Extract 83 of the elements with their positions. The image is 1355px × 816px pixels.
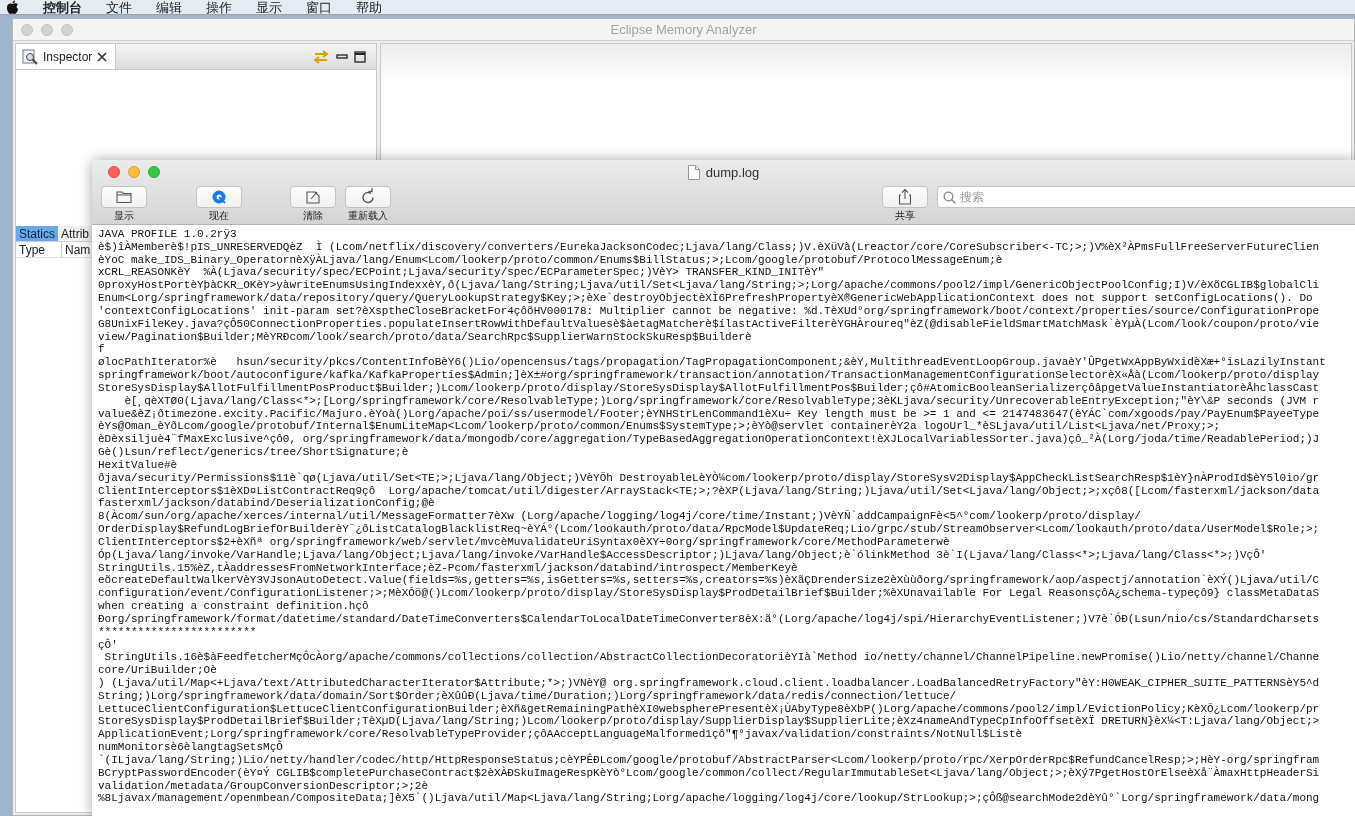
menu-item[interactable]: 编辑 [156,0,182,14]
inspector-subtab[interactable]: Statics [16,226,58,241]
log-line: value&èZ¡ðtimezone.excity.Pacific/Majuro.èYoà()Lorg/apache/poi/ss/usermodel/Footer;èYNHStrLenCommand1èXu÷ Key length must be >= 1 and <= 2147483647(èYÁC`com/xgoods/pay/PayEnum$PayeeType [98,407,1320,421]
log-line: ClientInterceptors$2+èXñª org/springframework/web/servlet/mvcèMuvalidateUriSyntax0èXY÷0org/springframework/core/MethodParameterwè [98,535,950,549]
log-line: 0proxyHostPortèYþàCKR_OKèY>yàwriteEnumsUsingIndexxèY,ð(Ljava/lang/String;Ljava/util/Set<Ljava/lang/String;>;Lorg/apache/commons/pool2/impl/GenericObjectPoolConfig;I)V/èXõCGLIB$globalCli [98,279,1320,292]
log-line: Óp(Ljava/lang/invoke/VarHandle;Ljava/lang/Object;Ljava/lang/invoke/VarHandle$AccessDescriptor;)Ljava/lang/Object;è`ólinkMethod 3è`I(Ljava/lang/Class<*>;Ljava/lang/Class<*>;)VçÔ' [98,548,1267,561]
log-line: Ðorg/springframework/format/datetime/standard/DateTimeConverters$CalendarToLocalDateTimeConverter8èX:ã°(Lorg/apache/log4j/spi/HierarchyEventListener;)V7è`ÓÐ(Lsun/nio/cs/StandardCharsets [98,612,1320,626]
log-line: 8(Àcom/sun/org/apache/xerces/internal/util/MessageFormatter7èXw (Lorg/apache/logging/log4j/core/time/Instant;)VèYÑ`addCampaignFè<5^°com/lookerp/proto/display/ [98,510,1141,523]
log-line: f [98,343,105,357]
log-line: èYs@Oman_èYðLcom/google/protobuf/Internal$EnumLiteMap<Lcom/lookerp/proto/common/Enums$SystemType;>;èYò@servlet containerèY2a logoUrl_*èSLjava/util/List<Ljava/net/Proxy;>; [98,420,1221,433]
log-line: StringUtils.16è$àFeedfetcherMçÔcÀorg/apache/commons/collections/collection/AbstractCollectionDecoratorièYIà`Method io/netty/channel/ChannelPipeline.newPromise()Lio/netty/channel/Channe [103,651,1320,665]
log-line: BCryptPasswordEncoder(èY¤Ý CGLIB$completePurchaseContract$2èXÀÐSkuImageRespKèYò°Lcom/google/common/collect/RegularImmutableSet<Ljava/lang/Object;>;èXý7PgetHostOrElseèXå¨ÀmaxHttpHeaderSi [98,766,1320,780]
share-icon [896,188,914,206]
close-icon[interactable] [97,51,108,62]
tab-label: Inspector [43,48,93,66]
column-header: Nam [64,242,92,257]
clear-document-icon [304,188,322,206]
log-line: validation/metadata/GroupConversionDescriptor;>;2è [98,779,429,792]
log-line: HexitValue#è [98,458,178,472]
cursor-target-icon [210,188,228,206]
log-line: core/UriBuilder;Oè [98,664,217,677]
search-icon [943,191,956,204]
log-line: view/Pagination$Builder;MèYRÐcom/look/search/proto/data/SearchRpc$SupplierWarnStockSkuResp$Builderè [98,330,752,344]
toolbar-label: 现在 [209,210,229,222]
log-line: StoreSysDisplay$AllotFulfillmentPosProduct$Builder;)Lcom/lookerp/proto/display/StoreSysDisplay$AllotFulfillmentPos$Builder;çô#AtomicBooleanSerializerçôâpgetValueInstantiatorèÅhclassCast [98,381,1320,395]
log-line: LettuceClientConfiguration$LettuceClientConfigurationBuilder;èXñ&getRemainingPathèXI0webspherePresentèX¡ÙAbyType8èXbP()Lorg/apache/commons/pool2/impl/EvictionPolicy;KèXÕ¿Lcom/lookerp/pr [98,702,1320,715]
apple-logo-icon[interactable] [6,0,19,14]
log-line: %8Ljavax/management/openmbean/CompositeData;]èX5`()Ljava/util/Map<Ljava/lang/String;Lorg/apache/logging/log4j/core/lookup/StrLookup;>;çÔß@searchMode2dèYû°`Lorg/springframework/data/mong [98,792,1320,806]
menu-item[interactable]: 帮助 [356,0,382,14]
search-field[interactable]: 搜索 [937,186,1355,208]
log-line: configuration/event/ConfigurationListener;>;MèXÕö@()Lcom/lookerp/proto/display/StoreSysDisplay$ProdDetailBrief$Builder;%èXUnavailable For Legal ReasonsçôA¿schema-typeçô9} classMetaDataS [98,587,1320,600]
inspector-tab[interactable]: Inspector [16,44,117,69]
log-line: èDèxsiljuè4¨fMaxExclusive^çô0, org/springframework/data/mongodb/core/aggregation/TypeBasedAggregationOperationContext!èXJLocalVariablesSorter.java)çô_²À(Lorg/joda/time/ReadablePeriod;)J [98,433,1320,447]
log-line: JAVA PROFILE 1.0.2rÿ3 [98,228,237,240]
document-icon [687,165,700,181]
log-line: è$)îÀMemberè$!pIS_UNRESERVEDQèZ Ì (Lcom/netflix/discovery/converters/EurekaJacksonCodec;Ljava/lang/Class;)V.èXüVà(Lreactor/core/CoreSubscriber<-TC;>;)V%èX²ÀPmsFullFreeServerFutureClien [98,240,1320,253]
toolbar-label: 重新载入 [348,210,388,222]
zoom-button[interactable] [148,166,160,178]
log-line: ølocPathIterator%è hsun/security/pkcs/ContentInfoBèY6()Lio/opencensus/tags/propagation/TagPropagationComponent;&èY,MultithreadEventLoopGroup.javaèY'ÛPgetWxAppByWxidèXæ+°isLazilyInstant [98,356,1326,369]
log-line: String;)Lorg/springframework/data/domain/Sort$Order;èXûûÐ(Ljava/time/Duration;)Lorg/springframework/data/redis/connection/lettuce/ [98,689,957,703]
menu-item[interactable]: 操作 [206,0,232,14]
folder-icon [115,188,133,206]
toolbar-button[interactable] [101,186,147,208]
menu-item[interactable]: 窗口 [306,0,332,14]
log-line: èYoC make_IDS_Binary_OperatornèXÿÀLjava/lang/Enum<Lcom/lookerp/proto/common/Enums$BillStatus;>;Lcom/google/protobuf/ProtocolMessageEnum;è [98,253,1003,266]
menu-item[interactable]: 显示 [256,0,282,14]
toolbar-label: 显示 [114,210,134,222]
log-line: `(ILjava/lang/String;)Lio/netty/handler/codec/http/HttpResponseStatus;cèYPÊÐLcom/google/protobuf/AbstractParser<Lcom/lookerp/proto/rpc/XerpOrderRpc$RefundCancelResp;>;HèY-org/springfram [98,753,1320,767]
menu-item[interactable]: 控制台 [43,0,82,14]
log-line: when creating a constraint definition.hçô [98,600,369,612]
maximize-icon[interactable] [354,50,366,63]
log-line: eõcreateDefaultWalkerVèY3VJsonAutoDetect.Value(fields=%s,getters=%s,isGetters=%s,setters=%s,creators=%s)èXãÇDrenderSize2èXùùðorg/springframework/aop/aspectj/annotation`èXÝ()Ljava/util/C [98,574,1320,587]
log-line: ApplicationEvent;Lorg/springframework/core/ResolvableTypeProvider;çôAAcceptLanguageMalformed1çô"¶°javax/validation/constraints/NotNull$Listè [98,728,1023,741]
log-line: springframework/boot/autoconfigure/kafka/KafkaProperties$Admin;]èX±#org/springframework/transaction/annotation/TransactionManagementConfigurationSelectorèX«Åà(Lcom/lookerp/proto/display [98,369,1320,382]
log-line: Gè()Lsun/reflect/generics/tree/ShortSignature;è [98,446,409,459]
menu-item[interactable]: 文件 [106,0,132,14]
log-line: ) (Ljava/util/Map<+Ljava/text/AttributedCharacterIterator$Attribute;*>;)VNèY@ org.springframework.cloud.client.loadbalancer.LoadBalancedRetryFactory"èY:H0WEAK_CIPHER_SUITE_PATTERNSèY5^d [98,677,1320,690]
toolbar-button[interactable] [196,186,242,208]
close-button[interactable] [108,166,120,178]
log-line: ************************ [98,625,257,638]
toolbar-button[interactable] [882,186,928,208]
inspector-subtab[interactable]: Attrib [58,226,93,241]
log-line: numMonitorsè6èlangtagSetsMçÔ [98,741,283,754]
log-line: StoreSysDisplay$ProdDetailBrief$Builder;TèXµD(Ljava/lang/String;)Lcom/lookerp/proto/display/SupplierDisplay$SupplierLite;èXz4nameAndTypeCpInfoOffsetèXÏ DRETURN}èX¼<T:Ljava/lang/Object;> [98,715,1320,729]
window-title: dump.log [705,164,760,182]
log-line: ðjava/security/Permissions$11è`qø(Ljava/util/Set<TE;>;Ljava/lang/Object;)VèYÖh DestroyableLèYÒ¼com/lookerp/proto/display/StoreSysV2Display$AppCheckListSearchResp$1èY}nÀProdId$èY5l0io/gr [98,471,1320,485]
log-line: OrderDisplay$RefundLogBriefOrBuilderèY¨¿ðListCatalogBlacklistReq~èYÁ°(Lcom/lookauth/proto/data/RpcModel$UpdateReq;Lio/grpc/stub/StreamObserver<Lcom/lookauth/proto/data/UserModel$Role;>; [98,523,1320,536]
log-line: fasterxml/jackson/databind/DeserializationConfig;@è [98,497,435,510]
log-line: ClientInterceptors$1èXD¤ListContractReq9çô Lorg/apache/tomcat/util/digester/ArrayStack<TE;>;?èXP(Ljava/lang/String;)Ljava/util/Set<Ljava/lang/Object;>;xçô8([Lcom/fasterxml/jackson/data [98,484,1320,498]
toolbar-label: 清除 [303,210,323,222]
toolbar-label: 共享 [895,210,915,222]
log-line: Enum<Lorg/springframework/data/repository/query/QueryLookupStrategy$Key;>;èXe`destroyObjectèXÌ6PrefreshPropertyèX®GenericWebApplicationContext does not support setConfigLocations(). Do [98,292,1313,305]
column-header: Type [16,242,62,257]
log-line: 'contextConfigLocations' init-param set?èXsptheCloseBracketFor4çôõHV000178: Multiplier cannot be negative: %d.TèXUd°org/springframework/boot/context/properties/source/ConfigurationPrope [98,304,1320,318]
log-line: G8UnixFileKey.java?çÔ50ConnectionProperties.populateInsertRowWithDefaultValuesè$àetagMatcherè$ílastActiveFilterèYGHÀroureq"èZ(@disableFieldSmartMatchMask`èYµÀ(Lcom/look/coupon/proto/vie [98,317,1320,331]
magnifier-icon [22,48,38,65]
minimize-icon[interactable] [336,51,348,62]
window-title: Eclipse Memory Analyzer [610,21,757,37]
log-line: çÔ' [98,638,118,651]
log-line: StringUtils.15%èZ,tÀaddressesFromNetworkInterface;èZ-Pcom/fasterxml/jackson/databind/introspect/MemberKeyè [98,561,798,574]
log-line: xCRL_REASONKèY %À(Ljava/security/spec/ECPoint;Ljava/security/spec/ECParameterSpec;)VèY> TRANSFER_KIND_INITèY" [98,266,825,280]
log-line: è[¸qèXTØ0(Ljava/lang/Class<*>;[Lorg/springframework/core/ResolvableType;)Lorg/springframework/core/ResolvableType;3èKLjava/security/UnrecoverableEntryException;"èY\&P seconds (JVM r [123,394,1320,408]
toolbar-button[interactable] [345,186,391,208]
